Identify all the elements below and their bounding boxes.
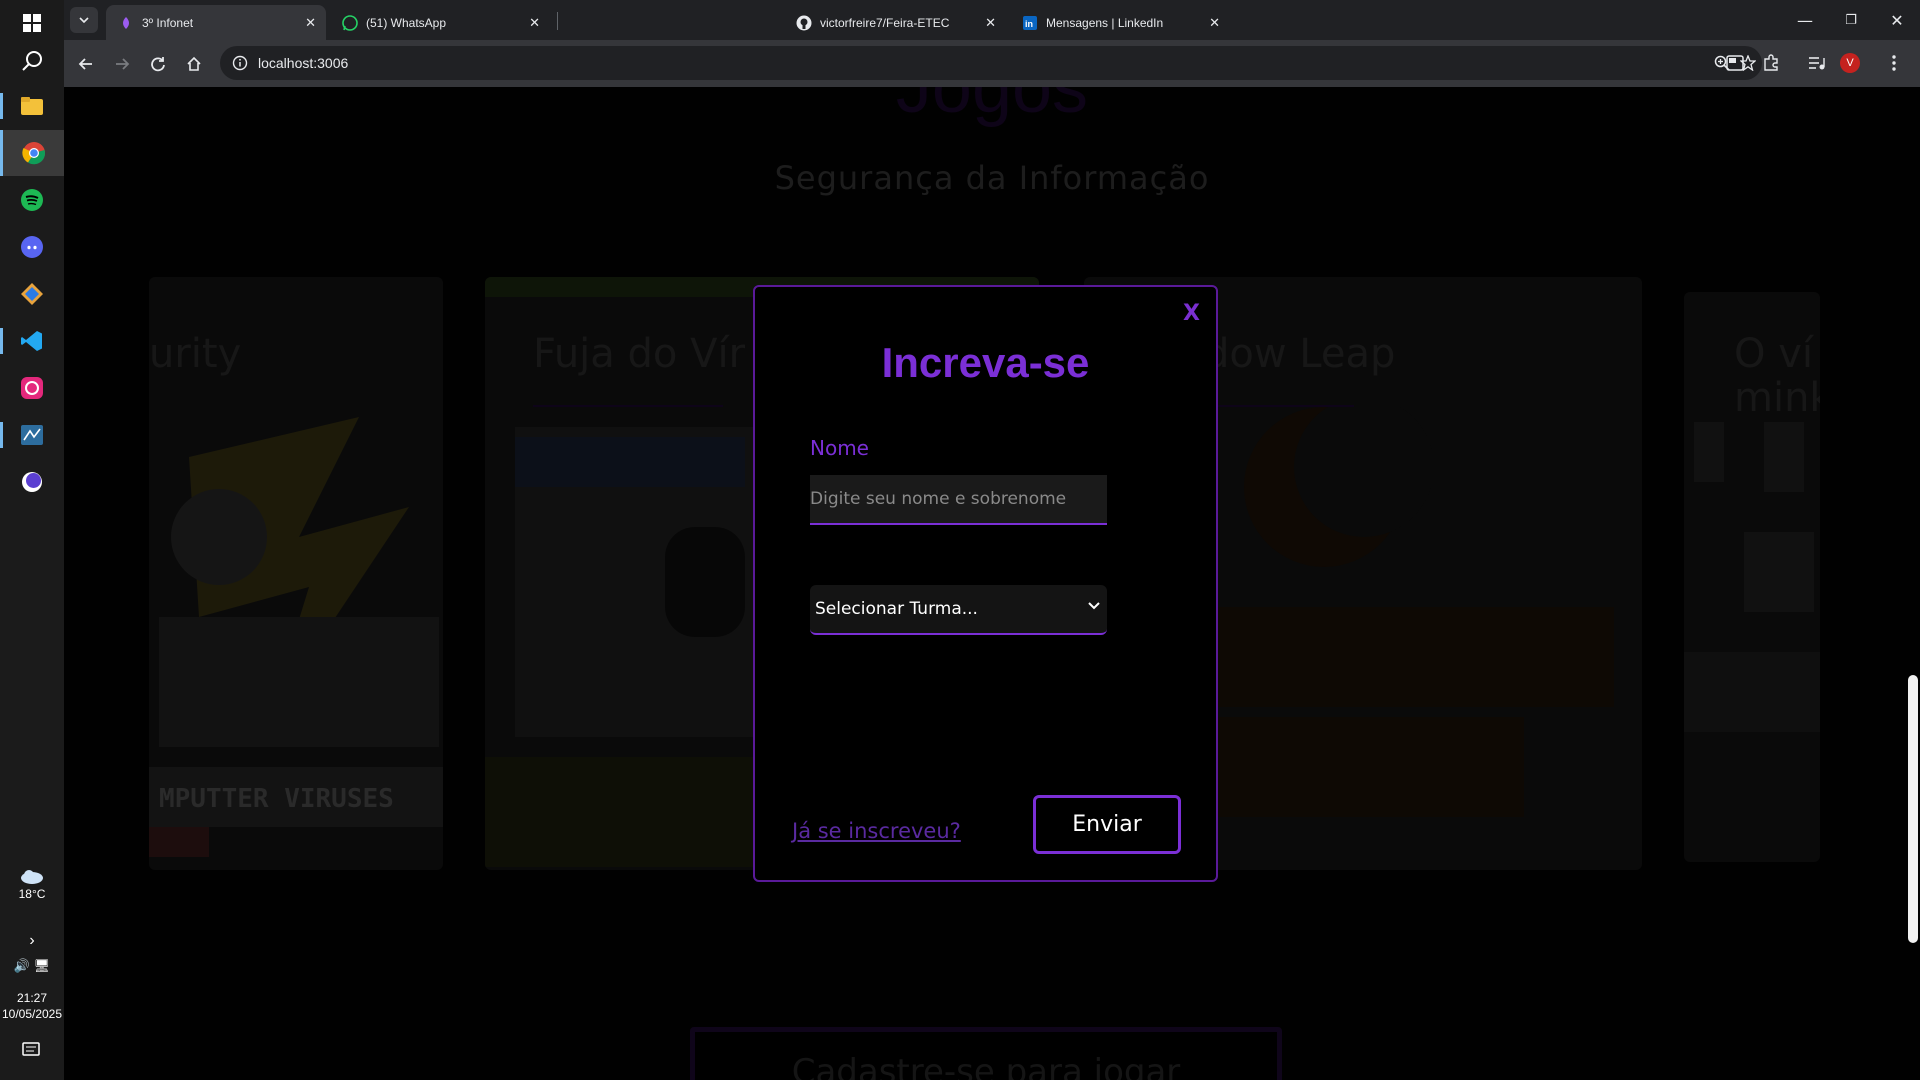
chevron-right-icon[interactable]: ›: [0, 932, 64, 950]
extensions-puzzle-icon[interactable]: [1762, 54, 1780, 72]
close-tab-icon[interactable]: ✕: [529, 15, 540, 31]
cloud-icon: [21, 870, 43, 884]
notification-center-button[interactable]: [0, 1042, 64, 1063]
volume-network-tray[interactable]: 🔊 🖥: [0, 958, 64, 974]
file-explorer-button[interactable]: [0, 83, 64, 129]
search-button[interactable]: [0, 38, 64, 84]
minimize-icon[interactable]: —: [1782, 0, 1828, 40]
url-text: localhost:3006: [258, 55, 349, 71]
page-viewport: Jogos Segurança da Informação urity MPUT…: [64, 87, 1920, 1080]
media-controls-icon[interactable]: [1808, 55, 1826, 71]
whatsapp-icon: [342, 14, 358, 31]
vscode-button[interactable]: [0, 318, 64, 364]
page-scrollbar[interactable]: [1906, 87, 1920, 1080]
close-tab-icon[interactable]: ✕: [1209, 15, 1220, 31]
linkedin-icon: in: [1022, 15, 1038, 31]
chrome-icon: [21, 142, 45, 165]
reload-icon: [151, 57, 165, 72]
git-diamond-icon: [21, 283, 43, 305]
class-select-value: Selecionar Turma...: [815, 599, 978, 619]
browser-toolbar: localhost:3006 V: [64, 40, 1920, 87]
tab-search-button[interactable]: [70, 7, 98, 33]
modal-title: Increva-se: [881, 339, 1090, 386]
submit-button[interactable]: Enviar: [1033, 795, 1181, 854]
modal-close-button[interactable]: X: [1183, 301, 1200, 326]
svg-text:in: in: [1025, 19, 1033, 29]
sidebar-icon[interactable]: [1726, 55, 1744, 71]
tab-github[interactable]: victorfreire7/Feira-ETEC ✕: [784, 5, 1006, 40]
browser-tab-bar: 3º Infonet ✕ (51) WhatsApp ✕ victorfreir…: [64, 0, 1920, 40]
spotify-icon: [21, 189, 43, 211]
weather-temperature: 18°C: [18, 887, 46, 901]
tab-separator: [557, 12, 558, 30]
arrow-left-icon: [78, 58, 92, 70]
back-button[interactable]: [72, 50, 100, 78]
tab-whatsapp[interactable]: (51) WhatsApp ✕: [330, 5, 550, 40]
address-bar[interactable]: localhost:3006: [220, 46, 1762, 80]
reload-button[interactable]: [144, 50, 172, 78]
signup-modal: X Increva-se Nome Selecionar Turma... Já…: [753, 285, 1218, 882]
window-close-icon[interactable]: ✕: [1874, 0, 1920, 40]
name-label: Nome: [810, 436, 869, 460]
discord-button[interactable]: [0, 224, 64, 270]
tab-title: victorfreire7/Feira-ETEC: [820, 15, 950, 30]
clock-time[interactable]: 21:27: [0, 991, 64, 1005]
class-select[interactable]: Selecionar Turma...: [810, 585, 1107, 635]
arrow-right-icon: [116, 58, 130, 70]
infonet-favicon-icon: [118, 15, 134, 31]
home-button[interactable]: [180, 50, 208, 78]
app-pink-button[interactable]: [0, 365, 64, 411]
browser-orb-button[interactable]: [0, 459, 64, 505]
discord-icon: [21, 236, 43, 258]
chevron-down-icon: [79, 17, 89, 23]
github-icon: [796, 15, 812, 31]
tab-linkedin[interactable]: in Mensagens | LinkedIn ✕: [1010, 5, 1230, 40]
weather-widget[interactable]: 18°C: [0, 868, 64, 901]
search-icon: [22, 51, 42, 71]
mysql-workbench-button[interactable]: [0, 412, 64, 458]
name-input[interactable]: [810, 475, 1107, 525]
windows-taskbar: 18°C › 🔊 🖥 21:27 10/05/2025: [0, 0, 64, 1080]
windows-logo-icon: [23, 14, 41, 32]
site-info-icon[interactable]: [232, 55, 248, 71]
tab-title: 3º Infonet: [142, 15, 194, 30]
profile-avatar[interactable]: V: [1840, 53, 1860, 73]
tab-title: Mensagens | LinkedIn: [1046, 15, 1164, 30]
folder-icon: [21, 97, 43, 115]
already-registered-link[interactable]: Já se inscreveu?: [792, 819, 961, 843]
database-workbench-icon: [21, 425, 43, 445]
git-app-button[interactable]: [0, 271, 64, 317]
scrollbar-thumb[interactable]: [1908, 675, 1918, 943]
chevron-down-icon: [1088, 602, 1100, 610]
wampserver-icon: [21, 377, 43, 399]
more-menu-icon[interactable]: [1892, 54, 1896, 72]
close-tab-icon[interactable]: ✕: [985, 15, 996, 31]
notification-icon: [22, 1042, 40, 1056]
close-tab-icon[interactable]: ✕: [305, 15, 316, 31]
tab-title: (51) WhatsApp: [366, 15, 447, 30]
chrome-taskbar-button[interactable]: [0, 130, 64, 176]
home-icon: [187, 56, 201, 71]
restore-icon[interactable]: ❐: [1828, 0, 1874, 40]
clock-date[interactable]: 10/05/2025: [0, 1007, 64, 1021]
tab-infonet[interactable]: 3º Infonet ✕: [106, 5, 326, 40]
orb-icon: [22, 472, 42, 492]
vscode-icon: [21, 331, 42, 351]
spotify-button[interactable]: [0, 177, 64, 223]
forward-button[interactable]: [108, 50, 136, 78]
